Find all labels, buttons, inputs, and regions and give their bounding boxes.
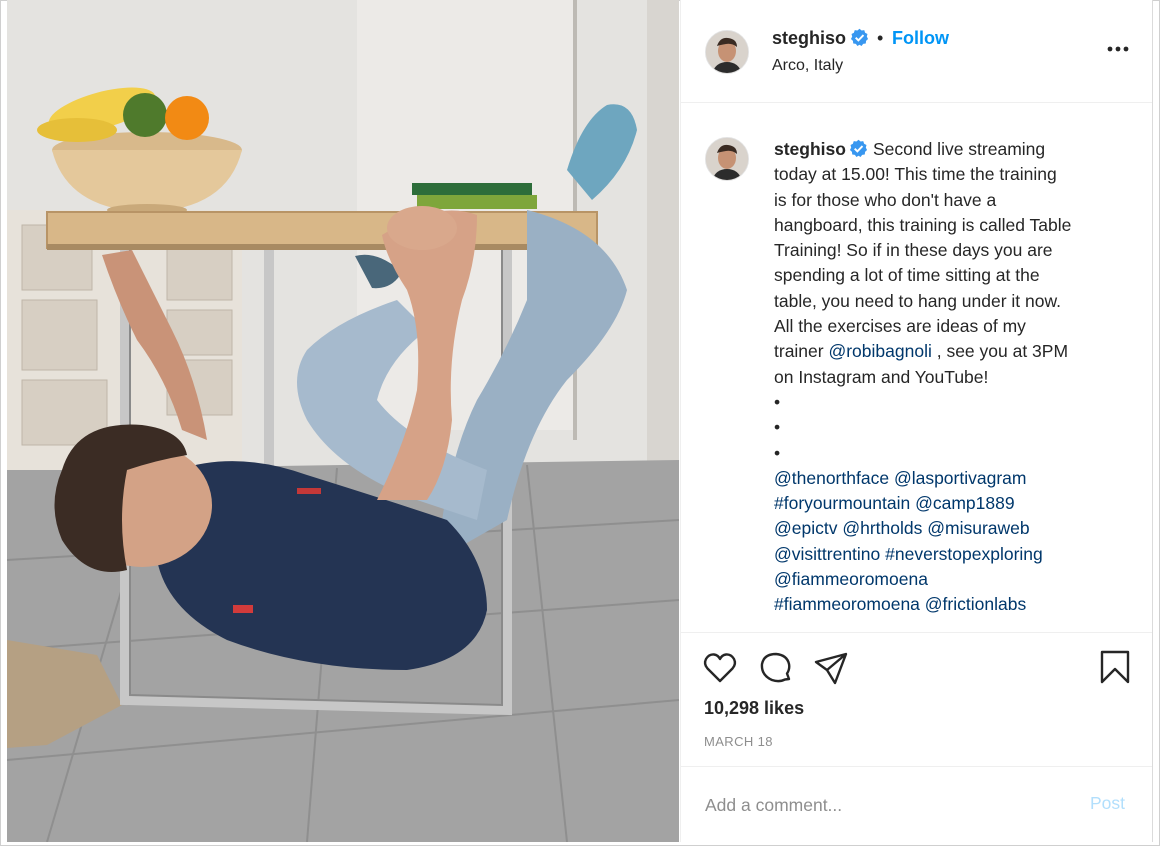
comment-bar: Post <box>681 766 1152 843</box>
mention-link[interactable]: @robibagnoli <box>828 341 931 361</box>
separator-dot: • <box>877 28 884 48</box>
post-header: steghiso • Follow Arco, Italy <box>681 0 1152 103</box>
tag-link[interactable]: @thenorthface <box>774 468 889 488</box>
bookmark-icon[interactable] <box>1097 649 1133 685</box>
heart-icon[interactable] <box>702 650 738 686</box>
caption-line: table, you need to hang under it now. <box>774 290 1062 311</box>
paper-plane-icon[interactable] <box>813 650 849 686</box>
location-link[interactable]: Arco, Italy <box>772 57 843 75</box>
tag-link[interactable]: @misuraweb <box>927 518 1029 538</box>
caption-line: All the exercises are ideas of my <box>774 316 1026 337</box>
tag-link[interactable]: @frictionlabs <box>925 594 1026 614</box>
tag-link[interactable]: @camp1889 <box>915 493 1015 513</box>
verified-badge-icon <box>850 28 869 47</box>
caption-line: is for those who don't have a <box>774 189 997 210</box>
caption-avatar[interactable] <box>705 137 749 181</box>
caption-text: steghiso Second live streaming today at 1… <box>774 137 1124 618</box>
follow-button[interactable]: Follow <box>892 28 949 49</box>
post-comment-button[interactable]: Post <box>1090 793 1125 814</box>
tag-link[interactable]: @fiammeoromoena <box>774 569 928 589</box>
caption-section: steghiso Second live streaming today at 1… <box>681 103 1152 631</box>
comment-bubble-icon[interactable] <box>758 650 794 686</box>
bullet: • <box>774 442 781 463</box>
hashtag-link[interactable]: #fiammeoromoena <box>774 594 920 614</box>
post-date: MARCH 18 <box>704 734 773 749</box>
caption-line: Training! So if in these days you are <box>774 240 1053 261</box>
caption-line: Second live streaming <box>872 139 1046 159</box>
more-options-icon[interactable] <box>1105 36 1131 62</box>
photo-illustration <box>7 0 679 842</box>
username-text[interactable]: steghiso <box>772 28 846 48</box>
tag-link[interactable]: @lasportivagram <box>894 468 1027 488</box>
caption-username[interactable]: steghiso <box>774 139 846 159</box>
caption-line: hangboard, this training is called Table <box>774 214 1072 235</box>
tag-link[interactable]: @visittrentino <box>774 544 880 564</box>
bullet: • <box>774 417 781 438</box>
bullet: • <box>774 391 781 412</box>
post-side-panel: steghiso • Follow Arco, Italy steghiso Se… <box>680 0 1153 842</box>
tag-link[interactable]: @epictv <box>774 518 837 538</box>
caption-line: spending a lot of time sitting at the <box>774 265 1040 286</box>
post-photo[interactable] <box>7 0 679 842</box>
caption-line: today at 15.00! This time the training <box>774 164 1057 185</box>
post-actions: 10,298 likes MARCH 18 <box>681 632 1152 767</box>
caption-line: on Instagram and YouTube! <box>774 366 989 387</box>
hashtag-link[interactable]: #neverstopexploring <box>885 544 1043 564</box>
likes-count[interactable]: 10,298 likes <box>704 698 804 719</box>
tag-link[interactable]: @hrtholds <box>842 518 922 538</box>
caption-text: trainer <box>774 341 829 362</box>
avatar[interactable] <box>705 30 749 74</box>
hashtag-link[interactable]: #foryourmountain <box>774 493 910 513</box>
comment-input[interactable] <box>703 789 1067 821</box>
verified-badge-icon <box>849 139 868 158</box>
caption-text: , see you at 3PM <box>931 341 1069 362</box>
username[interactable]: steghiso <box>772 28 869 49</box>
